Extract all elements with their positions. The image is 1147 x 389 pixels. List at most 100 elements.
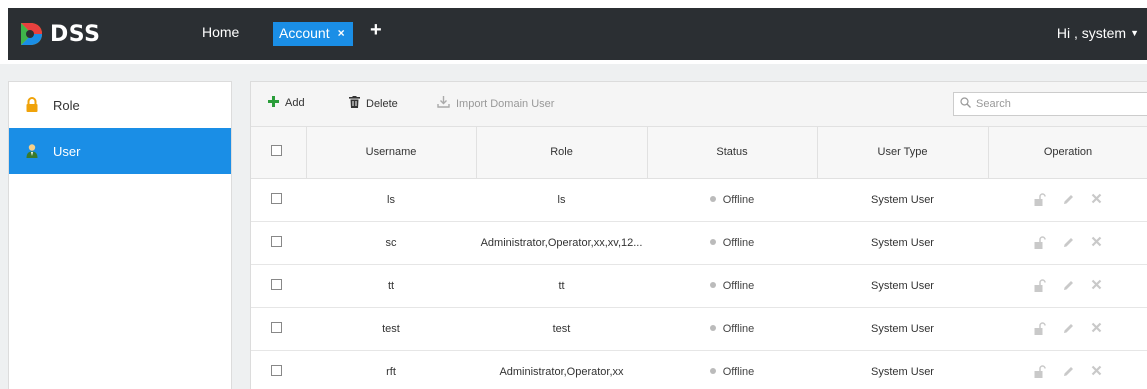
cell-operation bbox=[988, 178, 1147, 222]
delete-icon[interactable] bbox=[1089, 365, 1103, 379]
top-nav: DSS Home Account × + Hi , system ▼ bbox=[8, 8, 1147, 60]
row-checkbox-cell[interactable] bbox=[251, 307, 306, 351]
row-checkbox[interactable] bbox=[271, 278, 282, 290]
table-row[interactable]: ls ls Offline System User bbox=[251, 178, 1147, 222]
top-bar: DSS Home Account × + Hi , system ▼ bbox=[0, 0, 1147, 64]
status-text: Offline bbox=[722, 236, 755, 249]
cell-role: test bbox=[476, 307, 647, 351]
status-text: Offline bbox=[722, 365, 755, 378]
cell-role: tt bbox=[476, 264, 647, 308]
import-domain-user-button[interactable]: Import Domain User bbox=[437, 96, 554, 111]
add-button[interactable]: Add bbox=[268, 96, 305, 110]
row-checkbox-cell[interactable] bbox=[251, 221, 306, 265]
cell-user-type: System User bbox=[817, 178, 988, 222]
column-header-role[interactable]: Role bbox=[476, 127, 648, 179]
delete-icon[interactable] bbox=[1089, 193, 1103, 207]
column-header-status[interactable]: Status bbox=[647, 127, 818, 179]
delete-button[interactable]: Delete bbox=[349, 96, 398, 111]
delete-icon[interactable] bbox=[1089, 279, 1103, 293]
cell-role: Administrator,Operator,xx,xv,12... bbox=[476, 221, 647, 265]
unlock-icon[interactable] bbox=[1033, 364, 1047, 379]
table-row[interactable]: test test Offline System User bbox=[251, 307, 1147, 351]
edit-icon[interactable] bbox=[1061, 365, 1075, 379]
cell-username: tt bbox=[306, 264, 476, 308]
row-checkbox-cell[interactable] bbox=[251, 178, 306, 222]
close-tab-icon[interactable]: × bbox=[338, 26, 345, 46]
sidebar-item-label: Role bbox=[53, 97, 80, 113]
cell-username: ls bbox=[306, 178, 476, 222]
table-row[interactable]: rft Administrator,Operator,xx Offline Sy… bbox=[251, 350, 1147, 389]
chevron-down-icon: ▼ bbox=[1130, 28, 1139, 38]
operation-buttons bbox=[988, 364, 1147, 379]
cell-role: ls bbox=[476, 178, 647, 222]
row-checkbox-cell[interactable] bbox=[251, 350, 306, 389]
sidebar: Role User bbox=[8, 81, 232, 389]
row-checkbox[interactable] bbox=[271, 192, 282, 204]
row-checkbox-cell[interactable] bbox=[251, 264, 306, 308]
row-checkbox[interactable] bbox=[271, 364, 282, 376]
cell-user-type: System User bbox=[817, 221, 988, 265]
status-text: Offline bbox=[722, 322, 755, 335]
column-header-username[interactable]: Username bbox=[306, 127, 477, 179]
search-icon bbox=[960, 97, 971, 111]
dss-logo-icon bbox=[18, 21, 44, 47]
cell-username: sc bbox=[306, 221, 476, 265]
table-row[interactable]: tt tt Offline System User bbox=[251, 264, 1147, 308]
status-dot bbox=[709, 281, 716, 288]
edit-icon[interactable] bbox=[1061, 236, 1075, 250]
cell-status: Offline bbox=[647, 307, 817, 351]
add-tab-button[interactable]: + bbox=[370, 19, 382, 42]
cell-status: Offline bbox=[647, 264, 817, 308]
status-dot bbox=[709, 367, 716, 374]
cell-user-type: System User bbox=[817, 264, 988, 308]
search-placeholder: Search bbox=[976, 98, 1011, 110]
table-header-row: Username Role Status User Type Operation bbox=[251, 127, 1147, 179]
row-checkbox[interactable] bbox=[271, 321, 282, 333]
logo-text: DSS bbox=[50, 21, 101, 47]
cell-operation bbox=[988, 307, 1147, 351]
search-input[interactable]: Search bbox=[953, 92, 1147, 116]
cell-operation bbox=[988, 264, 1147, 308]
user-table: Username Role Status User Type Operation… bbox=[251, 127, 1147, 389]
cell-username: rft bbox=[306, 350, 476, 389]
cell-operation bbox=[988, 221, 1147, 265]
column-header-user-type[interactable]: User Type bbox=[817, 127, 989, 179]
checkbox[interactable] bbox=[271, 145, 282, 157]
nav-home[interactable]: Home bbox=[202, 24, 239, 40]
operation-buttons bbox=[988, 235, 1147, 250]
main-panel: Add Delete Import Domain User Search Use… bbox=[250, 81, 1147, 389]
row-checkbox[interactable] bbox=[271, 235, 282, 247]
sidebar-item-label: User bbox=[53, 143, 81, 159]
edit-icon[interactable] bbox=[1061, 193, 1075, 207]
status-text: Offline bbox=[722, 279, 755, 292]
delete-icon[interactable] bbox=[1089, 236, 1103, 250]
delete-icon[interactable] bbox=[1089, 322, 1103, 336]
import-icon bbox=[437, 96, 450, 111]
tab-account-label: Account bbox=[279, 25, 330, 41]
cell-status: Offline bbox=[647, 350, 817, 389]
cell-user-type: System User bbox=[817, 307, 988, 351]
user-menu[interactable]: Hi , system ▼ bbox=[1057, 25, 1139, 41]
edit-icon[interactable] bbox=[1061, 279, 1075, 293]
sidebar-item-role[interactable]: Role bbox=[9, 82, 231, 128]
operation-buttons bbox=[988, 278, 1147, 293]
cell-status: Offline bbox=[647, 221, 817, 265]
status-text: Offline bbox=[722, 193, 755, 206]
cell-role: Administrator,Operator,xx bbox=[476, 350, 647, 389]
unlock-icon[interactable] bbox=[1033, 235, 1047, 250]
table-row[interactable]: sc Administrator,Operator,xx,xv,12... Of… bbox=[251, 221, 1147, 265]
cell-operation bbox=[988, 350, 1147, 389]
sidebar-item-user[interactable]: User bbox=[9, 128, 231, 174]
app-logo[interactable]: DSS bbox=[18, 18, 100, 50]
user-greeting: Hi , system bbox=[1056, 25, 1127, 41]
edit-icon[interactable] bbox=[1061, 322, 1075, 336]
unlock-icon[interactable] bbox=[1033, 278, 1047, 293]
column-header-operation: Operation bbox=[988, 127, 1147, 179]
unlock-icon[interactable] bbox=[1033, 192, 1047, 207]
cell-user-type: System User bbox=[817, 350, 988, 389]
select-all-checkbox[interactable] bbox=[251, 127, 307, 179]
import-label: Import Domain User bbox=[456, 97, 555, 110]
toolbar: Add Delete Import Domain User Search bbox=[251, 82, 1147, 127]
unlock-icon[interactable] bbox=[1033, 321, 1047, 336]
tab-account[interactable]: Account × bbox=[273, 22, 353, 46]
